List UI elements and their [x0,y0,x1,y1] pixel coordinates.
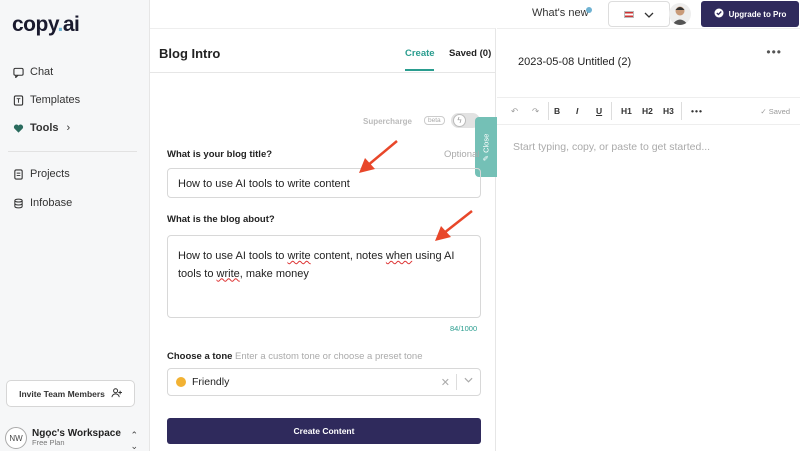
create-content-button[interactable]: Create Content [167,418,481,444]
lightning-icon: ϟ [453,114,466,127]
sidebar-item-label: Tools [30,122,59,134]
active-tab-indicator [405,69,434,71]
workspace-plan: Free Plan [32,438,65,448]
h2-button[interactable]: H2 [642,106,653,116]
bold-button[interactable]: B [554,106,560,116]
annotation-arrow [435,210,473,241]
save-status: ✓ Saved [760,107,790,116]
check-badge-icon [714,8,724,20]
logo[interactable]: copy.ai [12,13,80,37]
sidebar-item-chat[interactable]: Chat [12,62,53,82]
blog-title-label: What is your blog title? [167,149,273,160]
document-icon [12,168,24,180]
document-title[interactable]: 2023-05-08 Untitled (2) [518,56,631,68]
divider [456,374,457,390]
smile-emoji-icon [176,377,186,387]
char-count: 84/1000 [450,324,478,333]
clear-icon[interactable]: ✕ [441,376,450,389]
sidebar-item-label: Projects [30,168,70,180]
beta-badge: beta [424,116,445,125]
divider [8,151,137,152]
divider [611,102,612,120]
sidebar-item-label: Chat [30,66,54,78]
chat-icon [12,66,24,78]
template-icon [12,94,24,106]
supercharge-label: Supercharge [363,117,412,126]
chevron-right-icon: › [66,122,71,134]
avatar: NW [5,427,27,449]
tone-select[interactable]: Friendly ✕ [167,368,481,396]
heart-icon [12,122,24,134]
italic-button[interactable]: I [576,106,578,116]
sidebar-item-projects[interactable]: Projects [12,164,70,184]
redo-icon[interactable]: ↷ [532,106,539,117]
divider [548,102,549,120]
database-icon [12,197,24,209]
blog-title-input[interactable]: How to use AI tools to write content [167,168,481,198]
close-label: Close [481,133,491,153]
panel-header: Blog Intro Create Saved (0) [150,29,495,73]
tone-label: Choose a tone [167,351,233,362]
flag-icon [624,10,634,18]
chevron-down-icon[interactable] [464,375,473,385]
close-icon: ✎ [481,152,491,161]
topbar: What's new Upgrade to Pro [150,0,800,28]
invite-label: Invite Team Members [19,388,105,399]
editor-panel: 2023-05-08 Untitled (2) ••• ↶ ↷ B I U H1… [497,28,800,451]
h1-button[interactable]: H1 [621,106,632,116]
more-options-icon[interactable]: ••• [766,45,782,59]
h3-button[interactable]: H3 [663,106,674,116]
editor-placeholder[interactable]: Start typing, copy, or paste to get star… [513,141,710,153]
chevron-updown-icon: ⌃ ⌄ [130,430,138,451]
optional-label: Optional [444,149,480,160]
tab-saved[interactable]: Saved (0) [449,48,491,59]
sidebar-item-tools[interactable]: Tools › [12,118,70,138]
upgrade-label: Upgrade to Pro [728,9,787,19]
blog-about-label: What is the blog about? [167,214,275,225]
sidebar-item-templates[interactable]: Templates [12,90,80,110]
sidebar: copy.ai Chat Templates Tools › Projects … [0,0,150,451]
undo-icon[interactable]: ↶ [511,106,518,117]
tone-hint: Enter a custom tone or choose a preset t… [235,351,423,362]
user-avatar[interactable] [669,3,691,25]
notification-dot [586,7,592,13]
tone-value: Friendly [192,376,230,388]
page-title: Blog Intro [159,46,221,61]
upgrade-button[interactable]: Upgrade to Pro [701,1,799,27]
more-format-icon[interactable]: ••• [691,106,703,116]
add-user-icon [111,387,122,400]
language-select[interactable] [608,1,670,27]
saved-label: Saved [768,107,790,116]
sidebar-item-label: Templates [30,94,81,106]
underline-button[interactable]: U [596,106,602,116]
sidebar-item-infobase[interactable]: Infobase [12,193,72,213]
workspace-switcher[interactable]: NW Ngọc's Workspace Free Plan ⌃ ⌄ [5,425,140,451]
tab-create[interactable]: Create [405,48,435,59]
whats-new-link[interactable]: What's new [532,7,589,19]
editor-toolbar: ↶ ↷ B I U H1 H2 H3 ••• ✓ Saved [497,97,800,125]
invite-team-button[interactable]: Invite Team Members [6,380,135,407]
chevron-down-icon [644,7,654,21]
divider [681,102,682,120]
annotation-arrow [359,140,398,173]
sidebar-item-label: Infobase [30,197,73,209]
check-icon: ✓ [760,107,769,116]
